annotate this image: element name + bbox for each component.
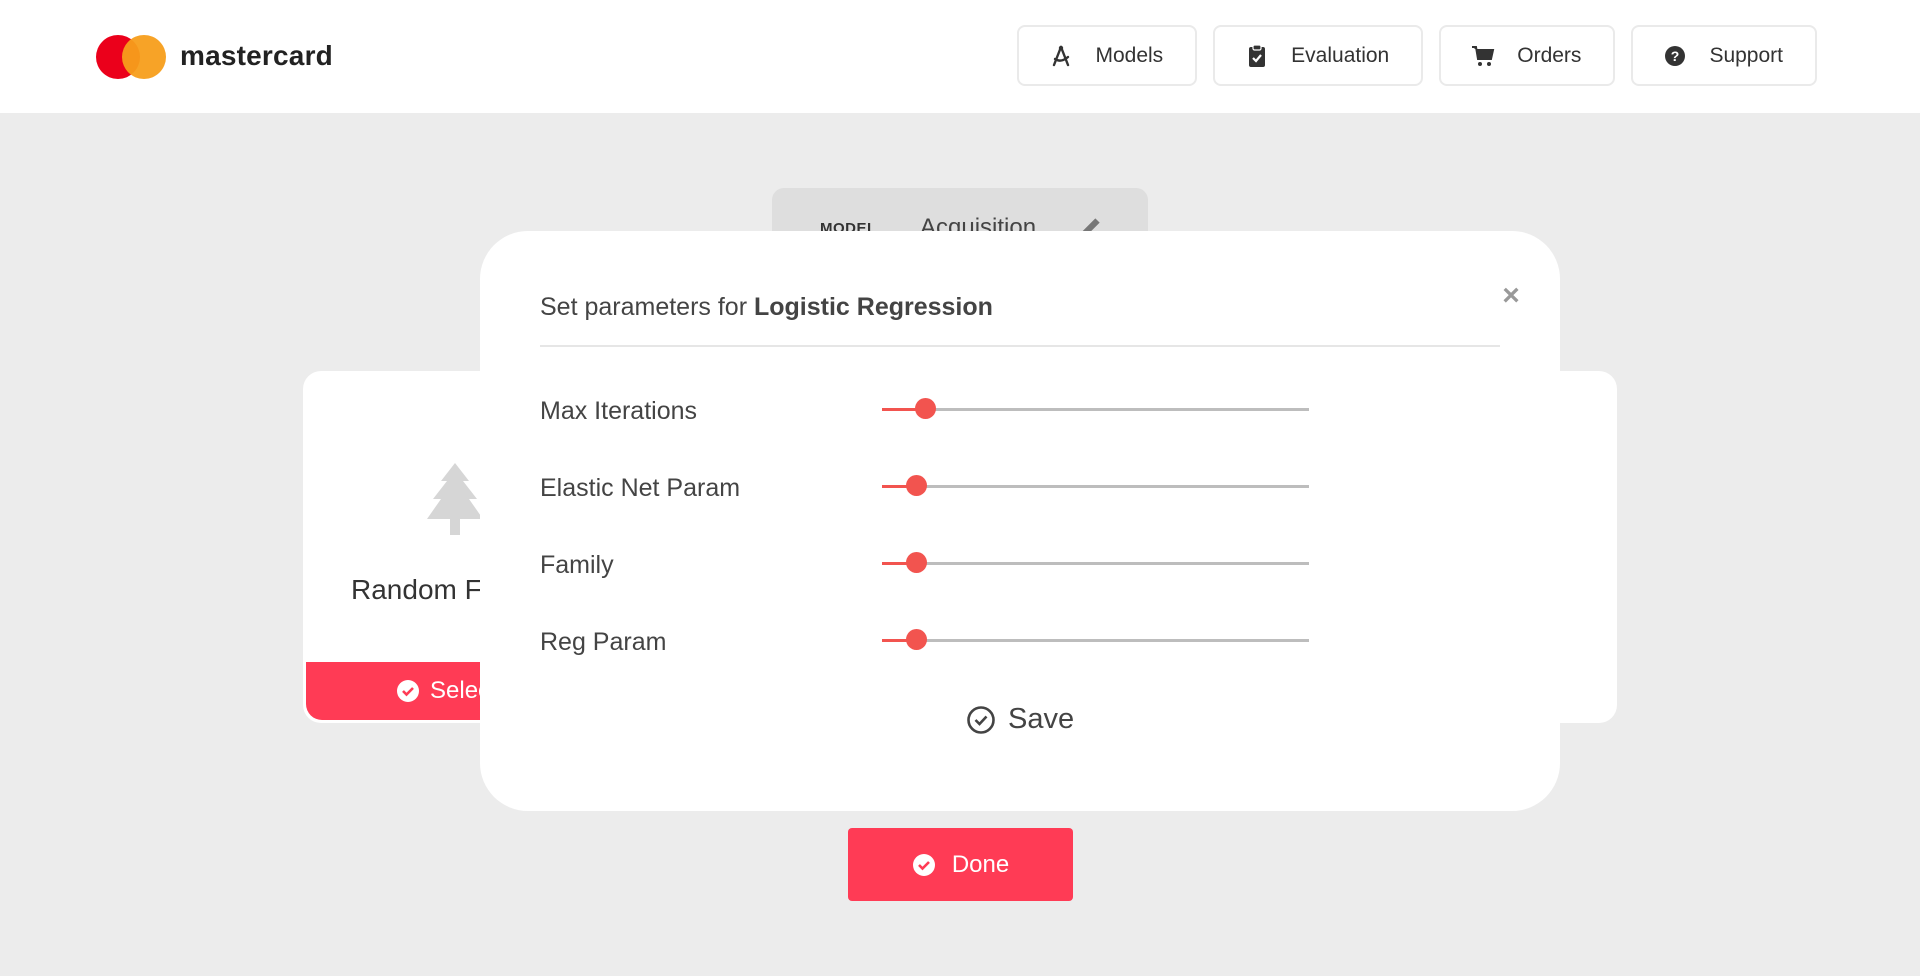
slider-thumb[interactable] [915,398,936,419]
nav-support-button[interactable]: ? Support [1631,25,1817,86]
slider-track [882,562,1309,565]
modal-divider [540,345,1500,347]
slider-thumb[interactable] [906,629,927,650]
slider-track [882,408,1309,411]
nav-orders-button[interactable]: Orders [1439,25,1616,86]
param-row-family: Family [540,543,1440,583]
param-row-reg-param: Reg Param [540,620,1440,660]
reg-param-slider[interactable] [882,629,1309,650]
nav-evaluation-label: Evaluation [1291,43,1390,67]
param-label: Elastic Net Param [540,474,741,502]
elastic-net-param-slider[interactable] [882,475,1309,496]
main-nav: Models Evaluation Orders ? Support [1017,25,1817,86]
param-label: Family [540,551,614,579]
check-circle-outline-icon [966,705,996,735]
param-label: Reg Param [540,628,667,656]
nav-models-label: Models [1095,43,1164,67]
close-icon[interactable]: × [1496,281,1526,311]
slider-thumb[interactable] [906,475,927,496]
nav-models-button[interactable]: Models [1017,25,1198,86]
done-button[interactable]: Done [848,828,1073,901]
tree-icon [425,463,485,542]
header: mastercard Models Evaluation Orders ? Su… [0,0,1920,113]
logo-orange-circle [122,35,166,79]
family-slider[interactable] [882,552,1309,573]
save-label: Save [1008,703,1075,735]
slider-track [882,485,1309,488]
modal-title-model: Logistic Regression [753,293,993,321]
check-circle-icon [396,679,420,703]
nav-evaluation-button[interactable]: Evaluation [1213,25,1424,86]
nav-orders-label: Orders [1517,43,1582,67]
question-circle-icon: ? [1663,44,1687,68]
param-row-max-iterations: Max Iterations [540,389,1440,429]
param-label: Max Iterations [540,397,698,425]
nav-support-label: Support [1709,43,1783,67]
max-iterations-slider[interactable] [882,398,1309,419]
modal-title: Set parameters for Logistic Regression [540,293,993,322]
modal-title-prefix: Set parameters for [540,293,754,321]
done-label: Done [951,850,1010,878]
brand-wordmark: mastercard [180,40,333,71]
save-button[interactable]: Save [966,703,1074,736]
param-row-elastic-net: Elastic Net Param [540,466,1440,506]
compass-drafting-icon [1049,44,1073,68]
slider-thumb[interactable] [906,552,927,573]
parameters-modal: Set parameters for Logistic Regression ×… [480,231,1560,811]
check-circle-icon [912,853,936,877]
svg-text:?: ? [1671,48,1680,64]
clipboard-check-icon [1245,43,1269,68]
card-model-name: Random F [351,574,482,605]
slider-track [882,639,1309,642]
cart-icon [1471,44,1495,68]
